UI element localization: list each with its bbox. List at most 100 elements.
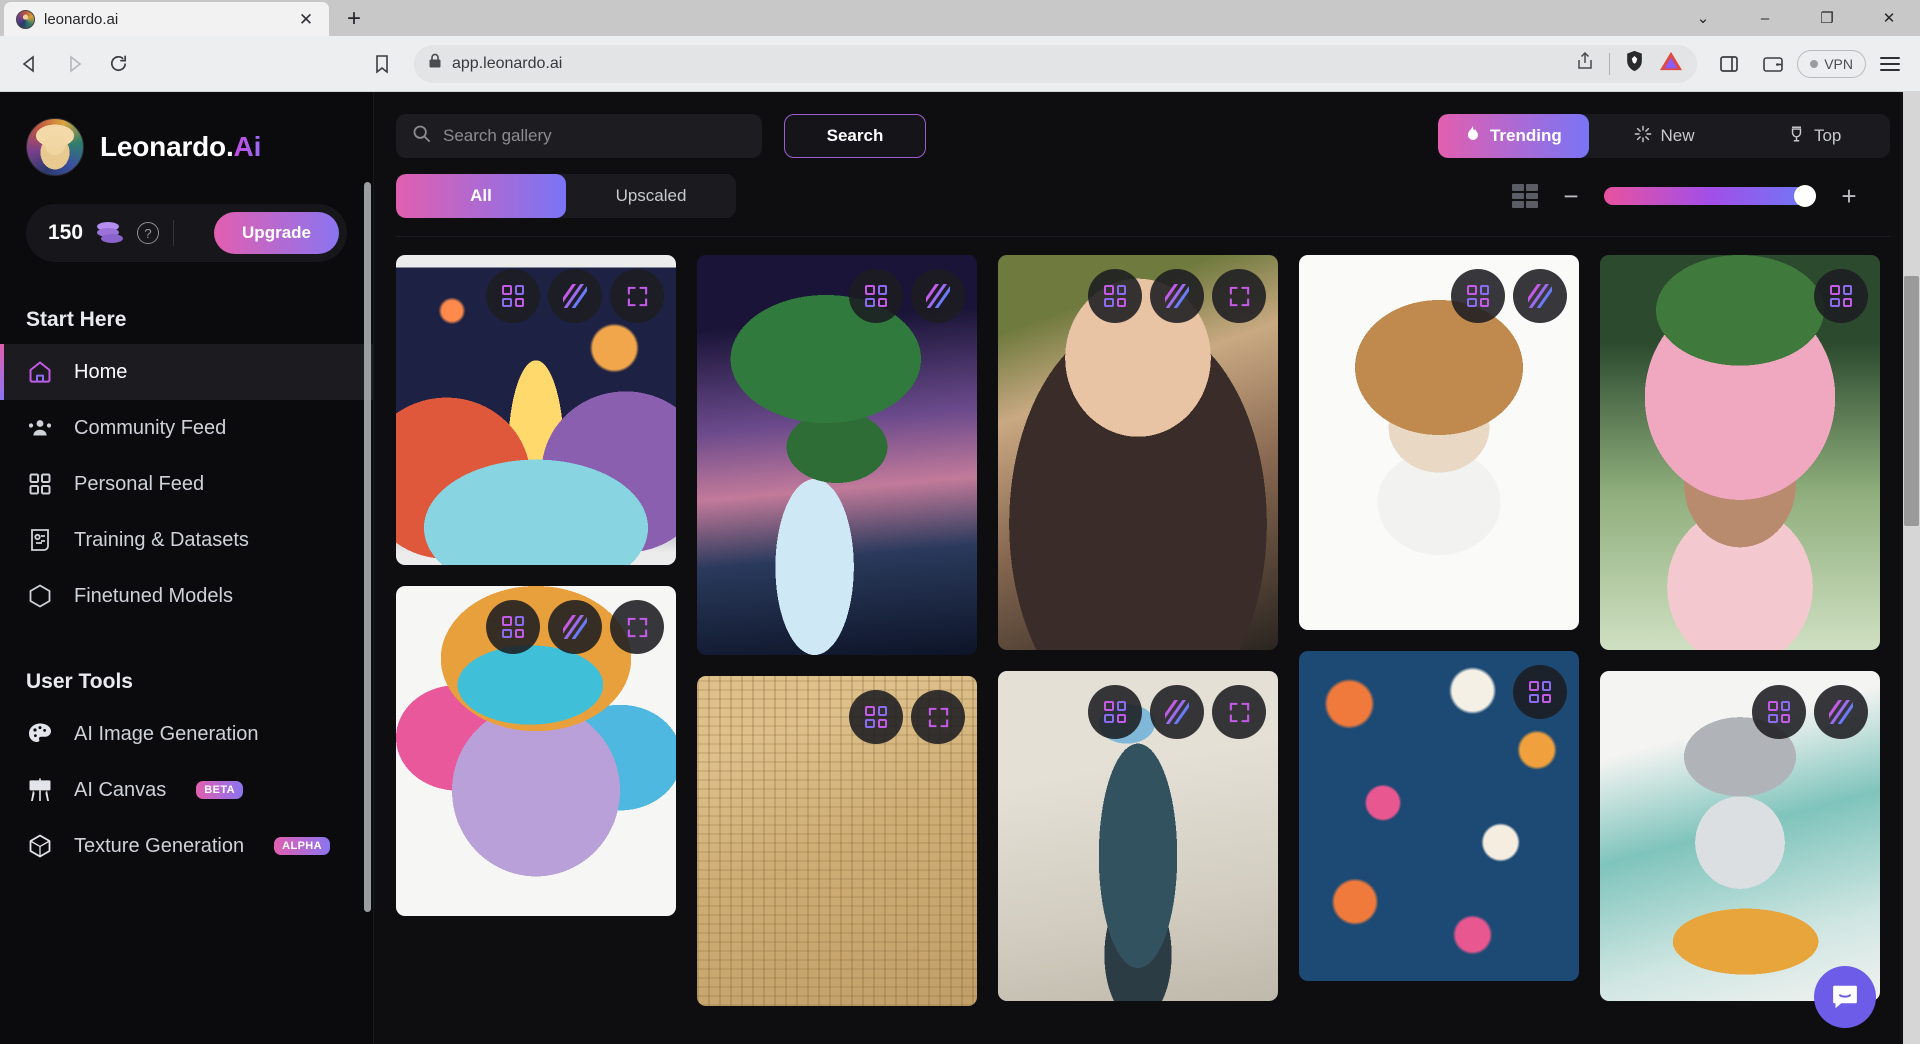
sidebar-item-community-feed[interactable]: Community Feed: [0, 400, 373, 456]
filter-tab-all[interactable]: All: [396, 174, 566, 218]
sidebar-toggle-icon[interactable]: [1709, 44, 1749, 84]
gallery-card[interactable]: [1600, 671, 1880, 1001]
vpn-badge[interactable]: VPN: [1797, 49, 1866, 78]
leonardo-app: Leonardo.Ai 150 ? Upgrade Start Here Hom…: [0, 92, 1920, 1044]
upscale-icon[interactable]: [1150, 269, 1204, 323]
grid-squares-icon: [26, 470, 54, 498]
badge-beta: BETA: [196, 781, 243, 799]
page-scrollbar-thumb[interactable]: [1904, 276, 1919, 526]
upgrade-button[interactable]: Upgrade: [214, 212, 339, 254]
credits-help-icon[interactable]: ?: [137, 222, 160, 244]
gallery-card[interactable]: [1299, 651, 1579, 981]
sidebar-item-ai-image-generation[interactable]: AI Image Generation: [0, 706, 373, 762]
new-tab-button[interactable]: +: [337, 2, 371, 36]
zoom-slider[interactable]: [1604, 185, 1816, 207]
sidebar-item-finetuned-models[interactable]: Finetuned Models: [0, 568, 373, 624]
brave-shield-icon[interactable]: [1624, 50, 1645, 77]
upscale-icon[interactable]: [1814, 685, 1868, 739]
upscale-icon[interactable]: [548, 600, 602, 654]
remix-icon[interactable]: [486, 269, 540, 323]
gallery-card[interactable]: [1299, 255, 1579, 630]
card-action-bar: [1451, 269, 1567, 323]
expand-icon[interactable]: [610, 600, 664, 654]
sidebar-item-training-datasets[interactable]: Training & Datasets: [0, 512, 373, 568]
zoom-out-button[interactable]: −: [1560, 181, 1582, 212]
gallery-column: [1600, 255, 1880, 1006]
remix-icon[interactable]: [849, 690, 903, 744]
card-action-bar: [849, 690, 965, 744]
remix-icon[interactable]: [1451, 269, 1505, 323]
sidebar-item-label: Community Feed: [74, 416, 227, 439]
card-action-bar: [1088, 269, 1266, 323]
filter-tab-upscaled[interactable]: Upscaled: [566, 174, 736, 218]
minimize-button[interactable]: –: [1734, 0, 1796, 36]
address-bar[interactable]: app.leonardo.ai: [414, 44, 1698, 83]
zoom-slider-thumb[interactable]: [1794, 185, 1816, 207]
gallery-card[interactable]: [1600, 255, 1880, 650]
upscale-icon[interactable]: [1513, 269, 1567, 323]
search-input[interactable]: [443, 126, 746, 146]
layout-grid-icon[interactable]: [1512, 184, 1538, 209]
page-scrollbar[interactable]: [1903, 92, 1920, 1044]
browser-tab[interactable]: leonardo.ai ✕: [4, 2, 329, 36]
sidebar-item-label: AI Image Generation: [74, 722, 259, 745]
sidebar-item-ai-canvas[interactable]: AI Canvas BETA: [0, 762, 373, 818]
leonardo-logo-icon: [26, 118, 84, 176]
sort-tab-label: New: [1660, 126, 1695, 145]
expand-icon[interactable]: [1212, 269, 1266, 323]
brave-rewards-icon[interactable]: [1659, 50, 1683, 77]
window-controls: ⌄ – ❐ ✕: [1672, 0, 1920, 36]
sort-tab-top[interactable]: Top: [1739, 114, 1890, 158]
maximize-button[interactable]: ❐: [1796, 0, 1858, 36]
card-action-bar: [1752, 685, 1868, 739]
wallet-icon[interactable]: [1753, 44, 1793, 84]
sort-tab-trending[interactable]: Trending: [1438, 114, 1589, 158]
tab-close-icon[interactable]: ✕: [295, 8, 317, 30]
sidebar-item-texture-generation[interactable]: Texture Generation ALPHA: [0, 818, 373, 874]
upscale-icon[interactable]: [911, 269, 965, 323]
search-field-wrapper[interactable]: [396, 114, 762, 158]
toolbar-divider: [1609, 52, 1611, 75]
gallery-card[interactable]: [998, 671, 1278, 1001]
upscale-icon[interactable]: [1150, 685, 1204, 739]
brand-logo-block[interactable]: Leonardo.Ai: [0, 118, 373, 176]
remix-icon[interactable]: [1752, 685, 1806, 739]
back-button[interactable]: [10, 44, 50, 84]
hamburger-menu-icon[interactable]: [1870, 44, 1910, 84]
remix-icon[interactable]: [1088, 269, 1142, 323]
gallery-card[interactable]: [697, 676, 977, 1006]
sidebar-item-personal-feed[interactable]: Personal Feed: [0, 456, 373, 512]
sparkle-icon: [1634, 125, 1652, 148]
upscale-icon[interactable]: [548, 269, 602, 323]
gallery-card[interactable]: [396, 255, 676, 565]
close-window-button[interactable]: ✕: [1858, 0, 1920, 36]
intercom-chat-button[interactable]: [1814, 966, 1876, 1028]
forward-button[interactable]: [54, 44, 94, 84]
credits-coin-icon: [97, 222, 124, 244]
remix-icon[interactable]: [486, 600, 540, 654]
expand-icon[interactable]: [1212, 685, 1266, 739]
gallery-card[interactable]: [998, 255, 1278, 650]
sidebar-scrollbar[interactable]: [364, 182, 371, 912]
expand-icon[interactable]: [610, 269, 664, 323]
bookmark-icon[interactable]: [362, 44, 402, 84]
texture-cube-icon: [26, 832, 54, 860]
search-button[interactable]: Search: [784, 114, 926, 158]
expand-icon[interactable]: [911, 690, 965, 744]
sidebar-item-home[interactable]: Home: [0, 344, 373, 400]
sort-tab-new[interactable]: New: [1589, 114, 1740, 158]
remix-icon[interactable]: [1513, 665, 1567, 719]
remix-icon[interactable]: [1088, 685, 1142, 739]
gallery-column: [396, 255, 676, 1006]
sort-tab-group: Trending New Top: [1438, 114, 1890, 158]
remix-icon[interactable]: [1814, 269, 1868, 323]
sort-tab-label: Trending: [1489, 126, 1562, 145]
credits-amount: 150: [48, 221, 84, 244]
zoom-in-button[interactable]: +: [1838, 181, 1860, 212]
reload-button[interactable]: [98, 44, 138, 84]
gallery-card[interactable]: [697, 255, 977, 655]
remix-icon[interactable]: [849, 269, 903, 323]
tab-search-chevron-icon[interactable]: ⌄: [1672, 0, 1734, 36]
share-icon[interactable]: [1575, 51, 1595, 76]
gallery-card[interactable]: [396, 586, 676, 916]
